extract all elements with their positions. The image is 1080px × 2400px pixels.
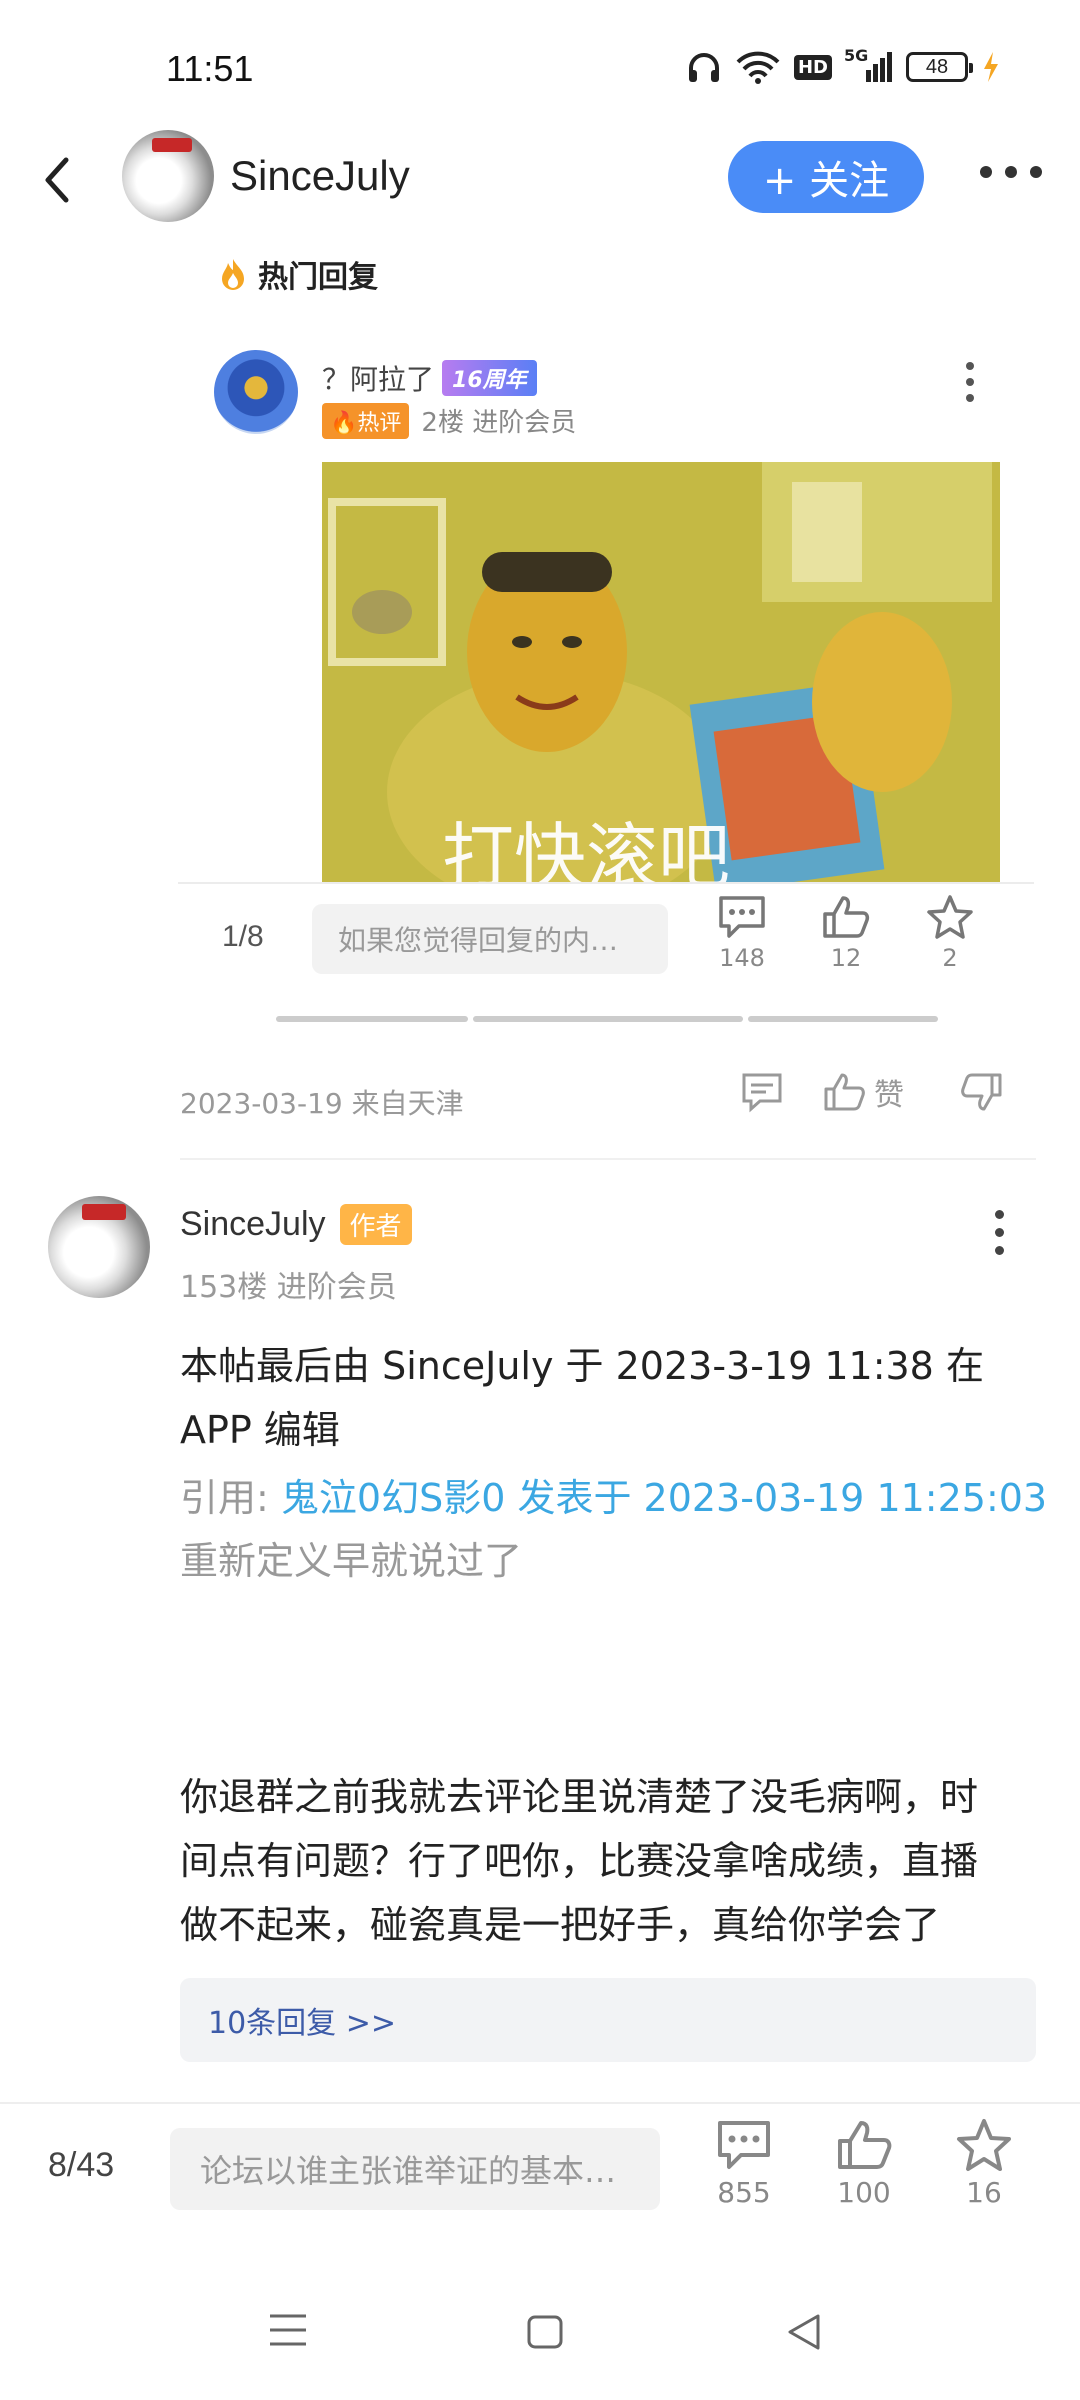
comment-icon xyxy=(719,896,765,938)
favorite-button[interactable]: 16 xyxy=(934,2118,1034,2209)
comment-floor: 153楼 进阶会员 xyxy=(180,1270,397,1305)
thumbs-up-icon[interactable] xyxy=(822,1071,866,1113)
reply-comment-icon[interactable] xyxy=(740,1071,784,1113)
follow-button[interactable]: + 关注 xyxy=(728,141,924,213)
back-nav-icon[interactable] xyxy=(784,2312,822,2352)
comments-count: 148 xyxy=(719,944,765,972)
like-button[interactable]: 12 xyxy=(806,894,886,972)
comment-username[interactable]: SinceJuly xyxy=(180,1205,326,1244)
charging-icon xyxy=(984,52,998,82)
reply-username-row: ？阿拉了 16周年 xyxy=(322,358,537,398)
comment-body-line: 你退群之前我就去评论里说清楚了没毛病啊，时 xyxy=(180,1775,979,1819)
floor-counter[interactable]: 8/43 xyxy=(48,2146,114,2185)
view-replies-link[interactable]: 10条回复 >> xyxy=(180,1978,1036,2062)
comments-button[interactable]: 855 xyxy=(694,2118,794,2209)
edit-note: APP 编辑 xyxy=(180,1408,340,1452)
battery-icon: 48 xyxy=(906,52,973,82)
wifi-icon xyxy=(736,51,780,84)
reply-date-location: 2023-03-19 来自天津 xyxy=(180,1087,464,1120)
thumbs-down-icon[interactable] xyxy=(960,1071,1004,1113)
flame-icon xyxy=(222,259,244,290)
svg-text:打快滚吧: 打快滚吧 xyxy=(442,815,730,882)
meme-illustration: 打快滚吧 xyxy=(322,462,1000,882)
reply-avatar[interactable] xyxy=(214,350,298,434)
star-icon xyxy=(957,2119,1011,2171)
back-arrow-icon[interactable] xyxy=(36,150,76,210)
favorite-button[interactable]: 2 xyxy=(910,894,990,972)
quote-prefix: 引用: xyxy=(180,1476,281,1520)
menu-nav-icon[interactable] xyxy=(268,2312,308,2348)
like-button[interactable]: 100 xyxy=(814,2118,914,2209)
meme-image[interactable]: 打快滚吧 xyxy=(322,462,1000,882)
image-progress-segment xyxy=(276,1016,468,1022)
image-progress-segment xyxy=(748,1016,938,1022)
status-icons: HD 5G 48 xyxy=(686,46,1000,84)
signal-icon: 5G xyxy=(844,46,892,82)
comment-avatar[interactable] xyxy=(48,1196,150,1298)
quote-source-link[interactable]: 鬼泣0幻S影0 发表于 2023-03-19 11:25:03 xyxy=(281,1476,1047,1520)
comment-username-row: SinceJuly 作者 xyxy=(180,1204,412,1245)
status-time: 11:51 xyxy=(166,48,254,89)
reply-meta: 🔥热评 2楼 进阶会员 xyxy=(322,402,576,439)
author-badge: 作者 xyxy=(339,1204,412,1245)
page-title[interactable]: SinceJuly xyxy=(230,152,410,200)
thumbs-up-icon xyxy=(838,2121,892,2169)
hot-replies-header: 热门回复 xyxy=(218,252,378,296)
reply-more-icon[interactable] xyxy=(966,362,974,402)
reply-username[interactable]: ？阿拉了 xyxy=(322,358,434,398)
reply-floor: 2楼 进阶会员 xyxy=(421,408,577,438)
hot-comment-badge: 🔥热评 xyxy=(322,402,410,439)
hot-replies-label: 热门回复 xyxy=(258,260,378,295)
avatar[interactable] xyxy=(122,130,214,222)
hd-icon: HD xyxy=(793,54,832,80)
comment-more-icon[interactable] xyxy=(995,1210,1004,1255)
image-counter: 1/8 xyxy=(222,920,264,953)
comment-icon xyxy=(718,2121,770,2169)
edit-note: 本帖最后由 SinceJuly 于 2023-3-19 11:38 在 xyxy=(180,1344,984,1388)
reply-input[interactable]: 如果您觉得回复的内… xyxy=(312,904,668,974)
divider xyxy=(180,1158,1036,1160)
comment-body-line: 间点有问题？行了吧你，比赛没拿啥成绩，直播 xyxy=(180,1839,979,1883)
quote-text: 重新定义早就说过了 xyxy=(180,1539,523,1583)
like-label[interactable]: 赞 xyxy=(874,1070,904,1114)
comments-count: 855 xyxy=(717,2176,771,2209)
star-icon xyxy=(927,895,973,939)
stars-count: 16 xyxy=(966,2176,1002,2209)
comment-input[interactable]: 论坛以谁主张谁举证的基本… xyxy=(170,2128,660,2210)
thumbs-up-icon xyxy=(823,896,870,938)
quote-header: 引用: 鬼泣0幻S影0 发表于 2023-03-19 11:25:03 xyxy=(180,1466,1047,1530)
likes-count: 12 xyxy=(830,944,862,972)
headphones-icon xyxy=(688,53,719,82)
image-progress-segment xyxy=(473,1016,743,1022)
comment-body-line: 做不起来，碰瓷真是一把好手，真给你学会了 xyxy=(180,1903,941,1947)
reply-actions: 赞 xyxy=(740,1070,1004,1114)
likes-count: 100 xyxy=(837,2176,891,2209)
home-nav-icon[interactable] xyxy=(526,2314,564,2350)
anniversary-badge: 16周年 xyxy=(442,360,537,396)
more-menu-icon[interactable] xyxy=(980,166,1042,178)
stars-count: 2 xyxy=(942,944,958,972)
comments-button[interactable]: 148 xyxy=(702,894,782,972)
